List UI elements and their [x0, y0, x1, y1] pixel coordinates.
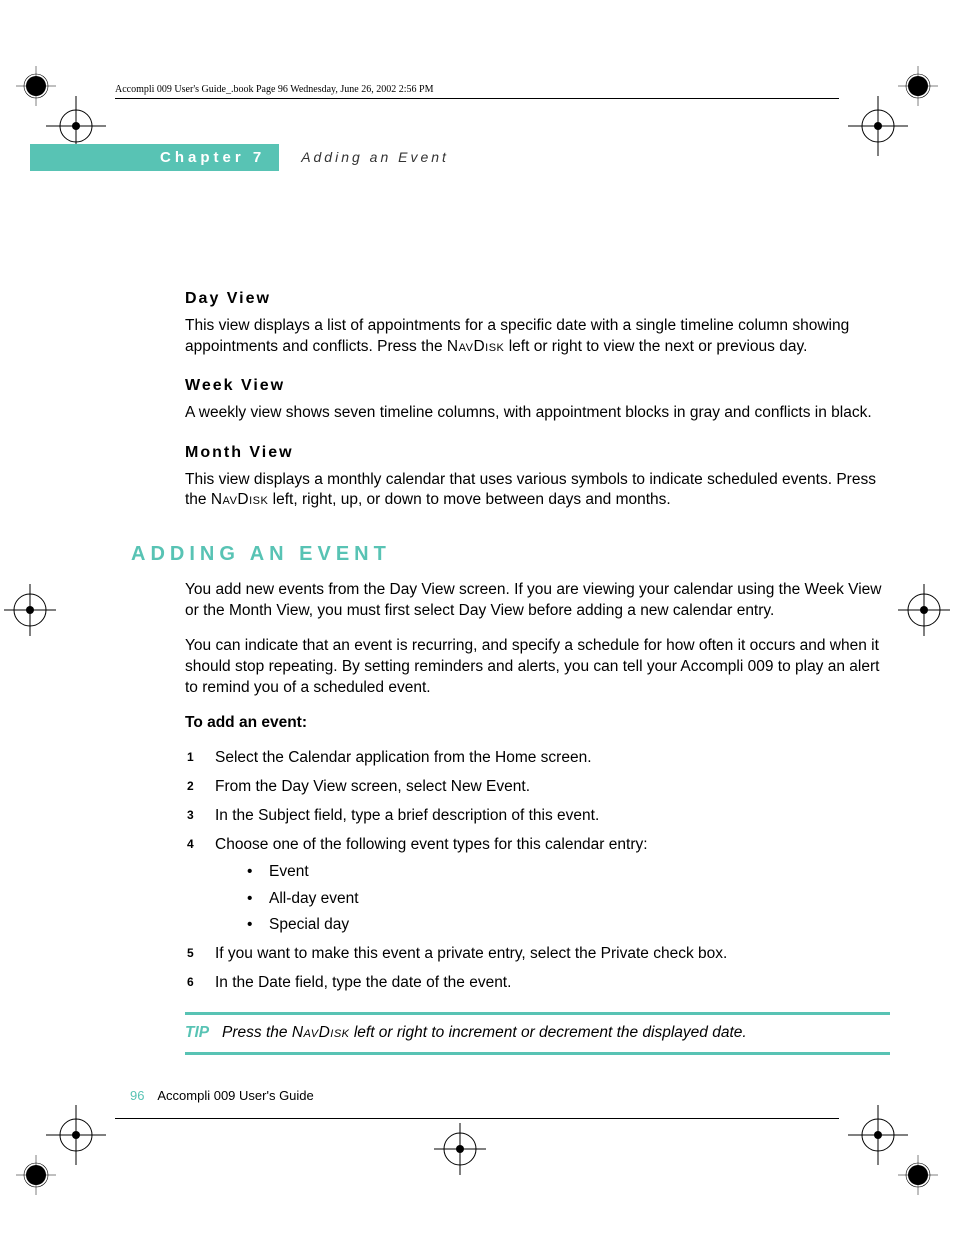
page-footer: 96 Accompli 009 User's Guide — [130, 1088, 314, 1103]
rule-line — [115, 1118, 839, 1119]
crop-mark-icon — [838, 56, 948, 166]
list-item: Event — [243, 862, 890, 883]
list-item: Special day — [243, 915, 890, 936]
page-content: Day View This view displays a list of ap… — [185, 270, 890, 1055]
paragraph: You add new events from the Day View scr… — [185, 580, 890, 622]
list-item: All-day event — [243, 889, 890, 910]
rule-line — [115, 98, 839, 99]
chapter-subtitle: Adding an Event — [301, 149, 449, 165]
event-type-list: Event All-day event Special day — [243, 862, 890, 937]
heading-day-view: Day View — [185, 288, 890, 310]
book-meta-line: Accompli 009 User's Guide_.book Page 96 … — [115, 84, 433, 95]
chapter-label: Chapter 7 — [30, 144, 279, 171]
crop-mark-icon — [6, 1095, 116, 1205]
page-number: 96 — [130, 1088, 144, 1103]
crop-mark-icon — [838, 1095, 948, 1205]
step-item: In the Date field, type the date of the … — [185, 973, 890, 994]
tip-text: Press the NavDisk left or right to incre… — [222, 1024, 747, 1041]
chapter-header: Chapter 7 Adding an Event — [30, 144, 449, 170]
heading-month-view: Month View — [185, 442, 890, 464]
paragraph: You can indicate that an event is recurr… — [185, 636, 890, 699]
crop-mark-icon — [0, 580, 60, 640]
navdisk-term: NavDisk — [447, 338, 504, 355]
paragraph: This view displays a list of appointment… — [185, 316, 890, 358]
footer-title: Accompli 009 User's Guide — [157, 1088, 313, 1103]
step-item: Choose one of the following event types … — [185, 835, 890, 937]
crop-mark-icon — [894, 580, 954, 640]
section-title-adding-event: ADDING AN EVENT — [131, 541, 890, 568]
procedure-lead: To add an event: — [185, 713, 890, 734]
paragraph: This view displays a monthly calendar th… — [185, 470, 890, 512]
step-item: Select the Calendar application from the… — [185, 748, 890, 769]
navdisk-term: NavDisk — [211, 491, 268, 508]
crop-mark-icon — [430, 1119, 490, 1179]
navdisk-term: NavDisk — [292, 1024, 350, 1041]
step-item: If you want to make this event a private… — [185, 944, 890, 965]
procedure-steps: Select the Calendar application from the… — [185, 748, 890, 994]
tip-label: TIP — [185, 1024, 209, 1041]
paragraph: A weekly view shows seven timeline colum… — [185, 403, 890, 424]
step-item: From the Day View screen, select New Eve… — [185, 777, 890, 798]
tip-block: TIP Press the NavDisk left or right to i… — [185, 1012, 890, 1055]
step-item: In the Subject field, type a brief descr… — [185, 806, 890, 827]
heading-week-view: Week View — [185, 375, 890, 397]
